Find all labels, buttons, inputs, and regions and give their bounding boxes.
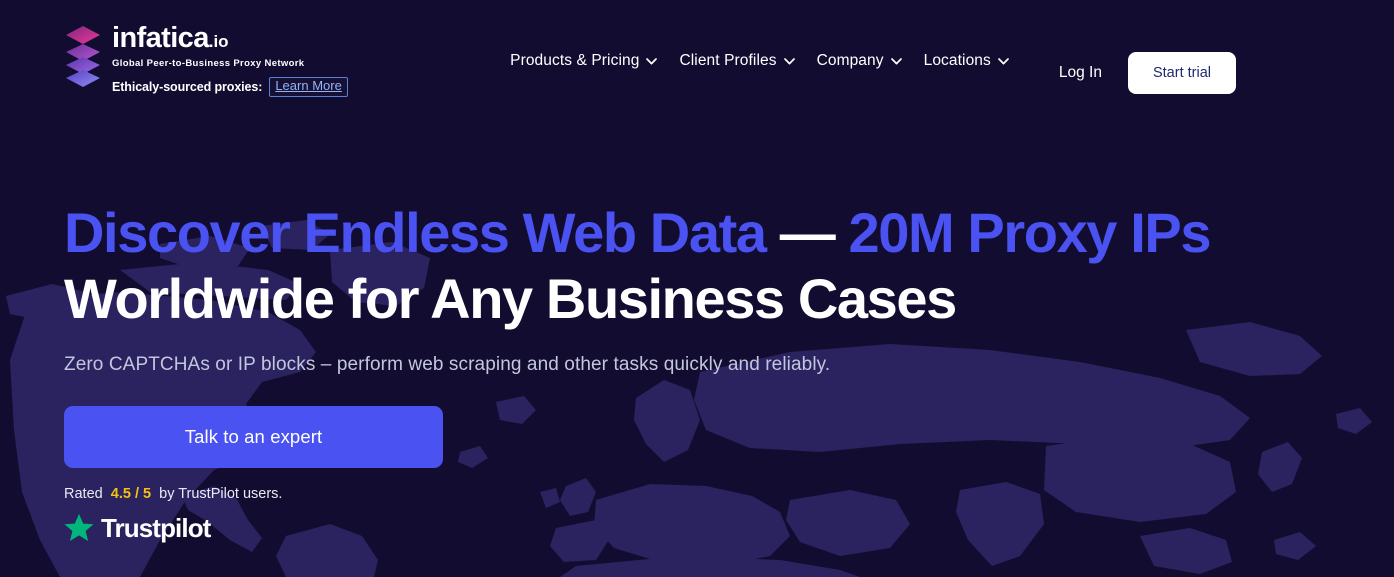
ethical-sourcing-label: Ethicaly-sourced proxies: — [112, 79, 263, 94]
rating-text: Rated 4.5 / 5 by TrustPilot users. — [64, 486, 1394, 502]
start-trial-button[interactable]: Start trial — [1127, 52, 1236, 94]
page-title-line-2: Worldwide for Any Business Cases — [64, 266, 1394, 332]
nav-label: Products & Pricing — [510, 52, 640, 69]
trustpilot-wordmark: Trustpilot — [101, 512, 211, 543]
hero-section: Discover Endless Web Data — 20M Proxy IP… — [0, 132, 1394, 542]
nav-item-company[interactable]: Company — [817, 52, 902, 70]
nav-label: Locations — [923, 52, 991, 69]
hero-subtitle: Zero CAPTCHAs or IP blocks – perform web… — [64, 354, 831, 376]
nav-item-products-pricing[interactable]: Products & Pricing — [510, 52, 658, 70]
logo-wordmark-text: infatica — [112, 22, 209, 54]
chevron-down-icon — [646, 57, 658, 64]
logo[interactable]: infatica.io Global Peer-to-Business Prox… — [0, 0, 348, 97]
landing-page: infatica.io Global Peer-to-Business Prox… — [0, 0, 1394, 577]
headline-part-1: Discover Endless Web Data — [64, 201, 767, 264]
logo-wordmark: infatica.io — [112, 24, 348, 53]
nav-label: Client Profiles — [679, 52, 777, 69]
log-in-link[interactable]: Log In — [1059, 64, 1102, 82]
main-navigation: Products & Pricing Client Profiles Compa… — [510, 0, 1009, 70]
headline-line-2: Worldwide for Any Business Cases — [64, 267, 957, 331]
nav-item-locations[interactable]: Locations — [924, 52, 1009, 70]
site-header: infatica.io Global Peer-to-Business Prox… — [0, 0, 1394, 132]
logo-tld: .io — [208, 32, 229, 51]
logo-tagline: Global Peer-to-Business Proxy Network — [112, 58, 305, 69]
rating-score: 4.5 / 5 — [110, 486, 156, 503]
star-icon — [64, 514, 94, 542]
ethical-sourcing-row: Ethicaly-sourced proxies: Learn More — [112, 77, 348, 97]
headline-part-2: 20M Proxy IPs — [848, 201, 1212, 264]
nav-item-client-profiles[interactable]: Client Profiles — [679, 52, 795, 70]
rating-suffix: by TrustPilot users. — [159, 486, 283, 503]
stacked-diamonds-icon — [66, 26, 100, 87]
page-title: Discover Endless Web Data — 20M Proxy IP… — [64, 200, 1394, 266]
chevron-down-icon — [783, 57, 795, 64]
chevron-down-icon — [998, 57, 1009, 64]
nav-label: Company — [816, 52, 884, 69]
learn-more-link[interactable]: Learn More — [269, 77, 348, 97]
rating-prefix: Rated — [64, 486, 107, 503]
headline-dash: — — [765, 201, 849, 264]
talk-to-an-expert-button[interactable]: Talk to an expert — [64, 406, 443, 469]
trustpilot-logo[interactable]: Trustpilot — [64, 513, 1394, 542]
header-actions: Log In Start trial — [1009, 0, 1394, 94]
chevron-down-icon — [890, 57, 902, 64]
